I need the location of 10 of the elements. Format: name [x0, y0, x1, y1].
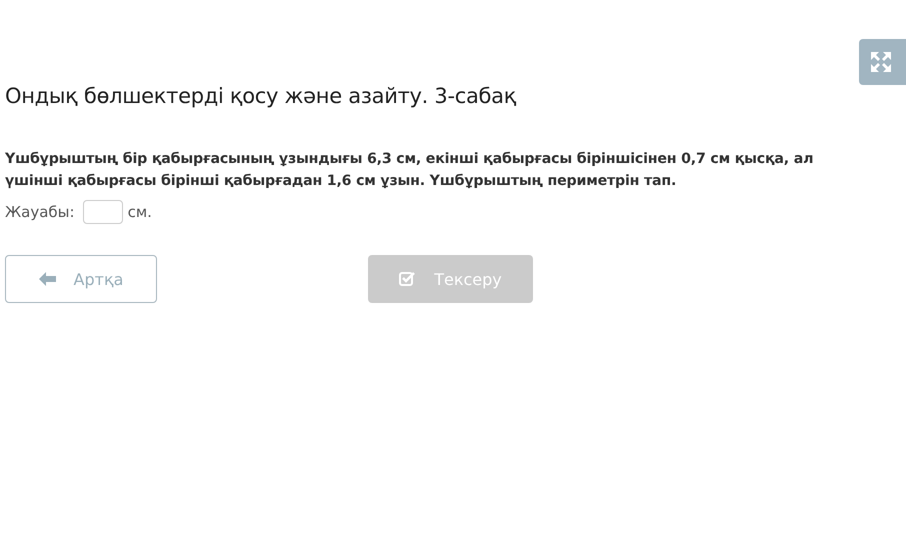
- lesson-title: Ондық бөлшектерді қосу және азайту. 3-сабақ: [5, 84, 516, 108]
- checkbox-icon: [399, 271, 416, 287]
- expand-icon: [870, 51, 892, 73]
- answer-field[interactable]: [82, 200, 123, 224]
- arrow-left-icon: [38, 272, 56, 286]
- question-text: Үшбұрыштың бір қабырғасының ұзындығы 6,3 см, екінші қабырғасы біріншісінен 0,7 см қысқа, ал үшінші қабырғасы бірінші қабырғадан 1,6 см ұзын. Үшбұрыштың периметрін тап.: [5, 150, 814, 191]
- unit-label: см.: [128, 203, 152, 221]
- back-button[interactable]: Артқа: [5, 255, 157, 303]
- answer-label: Жауабы:: [5, 203, 75, 221]
- fullscreen-button[interactable]: [859, 39, 906, 85]
